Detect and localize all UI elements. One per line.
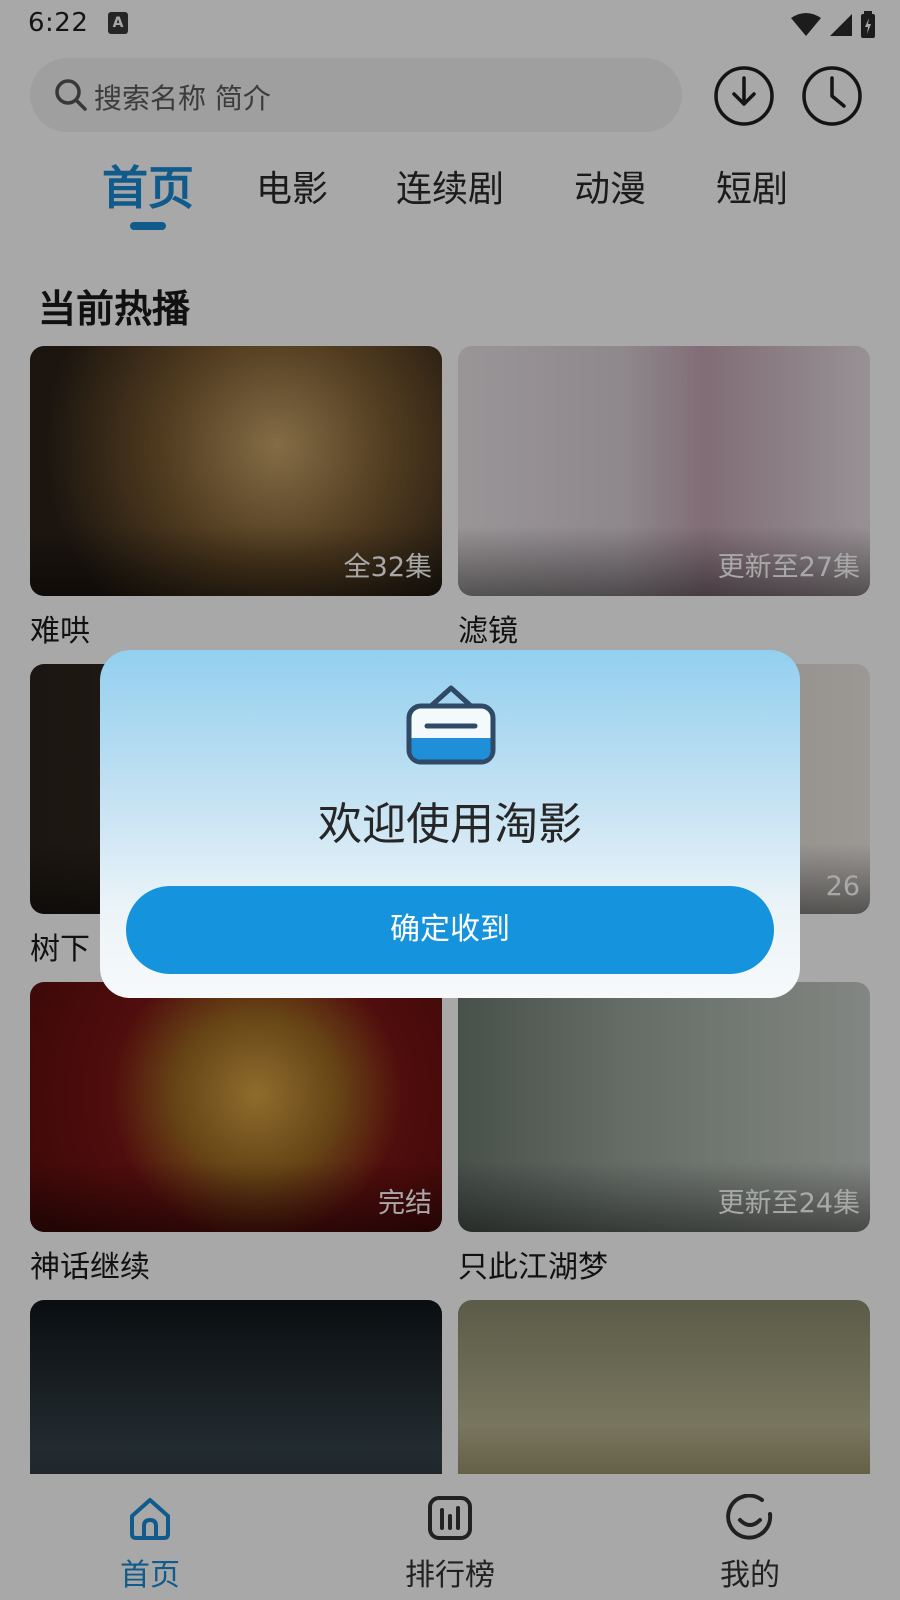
app-screen: 6:22 A 搜索名称 简介 首页 电影 连续剧 动漫 短剧 当前热播 全32集… <box>0 0 900 1600</box>
welcome-dialog: 欢迎使用淘影 确定收到 <box>100 650 800 998</box>
dialog-title: 欢迎使用淘影 <box>318 799 582 850</box>
welcome-bag-icon <box>406 685 496 765</box>
confirm-button[interactable]: 确定收到 <box>126 886 774 974</box>
